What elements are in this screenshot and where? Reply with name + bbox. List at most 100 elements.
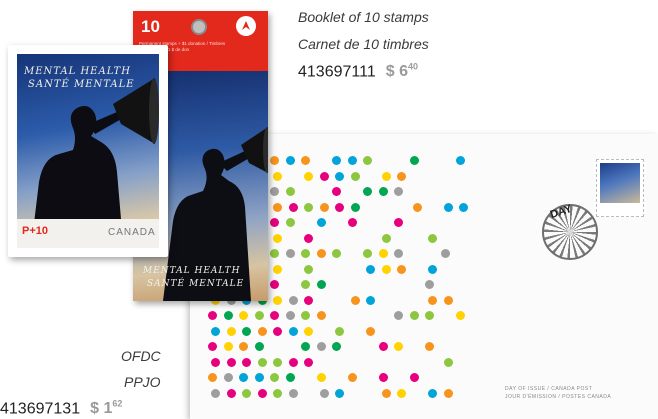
pattern-dot bbox=[223, 373, 233, 382]
ofdc-caption-english: OFDC bbox=[121, 348, 161, 364]
pattern-dot bbox=[285, 156, 295, 165]
pattern-dot bbox=[335, 388, 344, 398]
pattern-dot bbox=[425, 342, 434, 351]
pattern-dot bbox=[428, 264, 437, 274]
pattern-dot bbox=[381, 171, 391, 181]
pattern-dot bbox=[316, 249, 326, 258]
pattern-dot bbox=[273, 357, 282, 367]
pattern-dot bbox=[285, 249, 295, 258]
pattern-dot bbox=[288, 388, 298, 398]
pattern-dot bbox=[428, 295, 437, 305]
pattern-dot bbox=[285, 218, 295, 227]
stamp-denomination: P+10 bbox=[22, 225, 48, 237]
booklet-title-english: MENTAL HEALTH bbox=[143, 266, 241, 276]
ofdc-price-cents: 62 bbox=[112, 399, 123, 409]
pattern-dot bbox=[270, 280, 279, 289]
pattern-dot bbox=[208, 342, 217, 351]
pattern-dot bbox=[316, 311, 326, 320]
pattern-dot bbox=[304, 233, 313, 243]
pattern-dot bbox=[443, 357, 453, 367]
pattern-dot bbox=[363, 156, 372, 165]
pattern-dot bbox=[301, 249, 310, 258]
pattern-dot bbox=[242, 326, 251, 336]
pattern-dot bbox=[319, 388, 329, 398]
pattern-dot bbox=[226, 326, 236, 336]
pattern-dot bbox=[428, 233, 437, 243]
pattern-dot bbox=[366, 295, 375, 305]
pattern-dot bbox=[211, 357, 220, 367]
pattern-dot bbox=[288, 326, 298, 336]
pattern-dot bbox=[288, 202, 298, 212]
pattern-dot bbox=[254, 311, 264, 320]
pattern-dot bbox=[363, 249, 372, 258]
ofdc-product-line: 413697131 $ 162 bbox=[0, 399, 122, 418]
pattern-dot bbox=[239, 311, 248, 320]
booklet-price-cents: 40 bbox=[407, 62, 418, 72]
pattern-dot bbox=[273, 202, 282, 212]
pattern-dot bbox=[394, 311, 403, 320]
pattern-dot bbox=[211, 326, 220, 336]
pattern-dot bbox=[273, 233, 282, 243]
pattern-dot bbox=[381, 388, 391, 398]
booklet-price-dollars: $ 6 bbox=[385, 63, 408, 81]
pattern-dot bbox=[223, 342, 233, 351]
pattern-dot bbox=[285, 311, 295, 320]
canada-post-logo-icon bbox=[236, 16, 256, 36]
pattern-dot bbox=[378, 249, 388, 258]
pattern-dot bbox=[319, 202, 329, 212]
pattern-dot bbox=[211, 388, 220, 398]
pattern-dot bbox=[304, 326, 313, 336]
pattern-dot bbox=[316, 280, 326, 289]
pattern-dot bbox=[332, 187, 341, 196]
booklet-hang-hole bbox=[191, 19, 207, 35]
pattern-dot bbox=[242, 388, 251, 398]
pattern-dot bbox=[257, 388, 267, 398]
stamp-country: CANADA bbox=[108, 227, 156, 238]
pattern-dot bbox=[347, 156, 357, 165]
stamp-title: MENTAL HEALTH SANTÉ MENTALE bbox=[24, 65, 135, 91]
pattern-dot bbox=[270, 373, 279, 382]
pattern-dot bbox=[381, 264, 391, 274]
pattern-dot bbox=[304, 202, 313, 212]
pattern-dot bbox=[301, 156, 310, 165]
pattern-dot bbox=[332, 156, 341, 165]
pattern-dot bbox=[273, 326, 282, 336]
pattern-dot bbox=[347, 373, 357, 382]
pattern-dot bbox=[270, 187, 279, 196]
booklet-product-number: 413697111 bbox=[298, 63, 376, 81]
pattern-dot bbox=[301, 311, 310, 320]
pattern-dot bbox=[316, 373, 326, 382]
pattern-dot bbox=[378, 187, 388, 196]
pattern-dot bbox=[257, 326, 267, 336]
pattern-dot bbox=[270, 249, 279, 258]
ofdc-caption-french: PPJO bbox=[124, 374, 161, 390]
pattern-dot bbox=[223, 311, 233, 320]
pattern-dot bbox=[394, 342, 403, 351]
pattern-dot bbox=[304, 295, 313, 305]
single-stamp: MENTAL HEALTH SANTÉ MENTALE P+10 CANADA bbox=[4, 41, 172, 261]
pattern-dot bbox=[273, 388, 282, 398]
pattern-dot bbox=[319, 171, 329, 181]
pattern-dot bbox=[208, 373, 217, 382]
pattern-dot bbox=[270, 156, 279, 165]
pattern-dot bbox=[254, 342, 264, 351]
pattern-dot bbox=[425, 280, 434, 289]
pattern-dot bbox=[332, 342, 341, 351]
pattern-dot bbox=[378, 342, 388, 351]
pattern-dot bbox=[366, 326, 375, 336]
pattern-dot bbox=[425, 311, 434, 320]
pattern-dot bbox=[242, 357, 251, 367]
pattern-dot bbox=[412, 202, 422, 212]
booklet-price: $ 640 bbox=[385, 62, 418, 81]
ofdc-price: $ 162 bbox=[90, 399, 123, 417]
pattern-dot bbox=[273, 264, 282, 274]
booklet-caption-french: Carnet de 10 timbres bbox=[298, 36, 429, 52]
pattern-dot bbox=[366, 264, 375, 274]
pattern-dot bbox=[254, 373, 264, 382]
pattern-dot bbox=[301, 280, 310, 289]
pattern-dot bbox=[378, 373, 388, 382]
pattern-dot bbox=[409, 311, 419, 320]
pattern-dot bbox=[350, 202, 360, 212]
pattern-dot bbox=[335, 202, 344, 212]
pattern-dot bbox=[288, 295, 298, 305]
